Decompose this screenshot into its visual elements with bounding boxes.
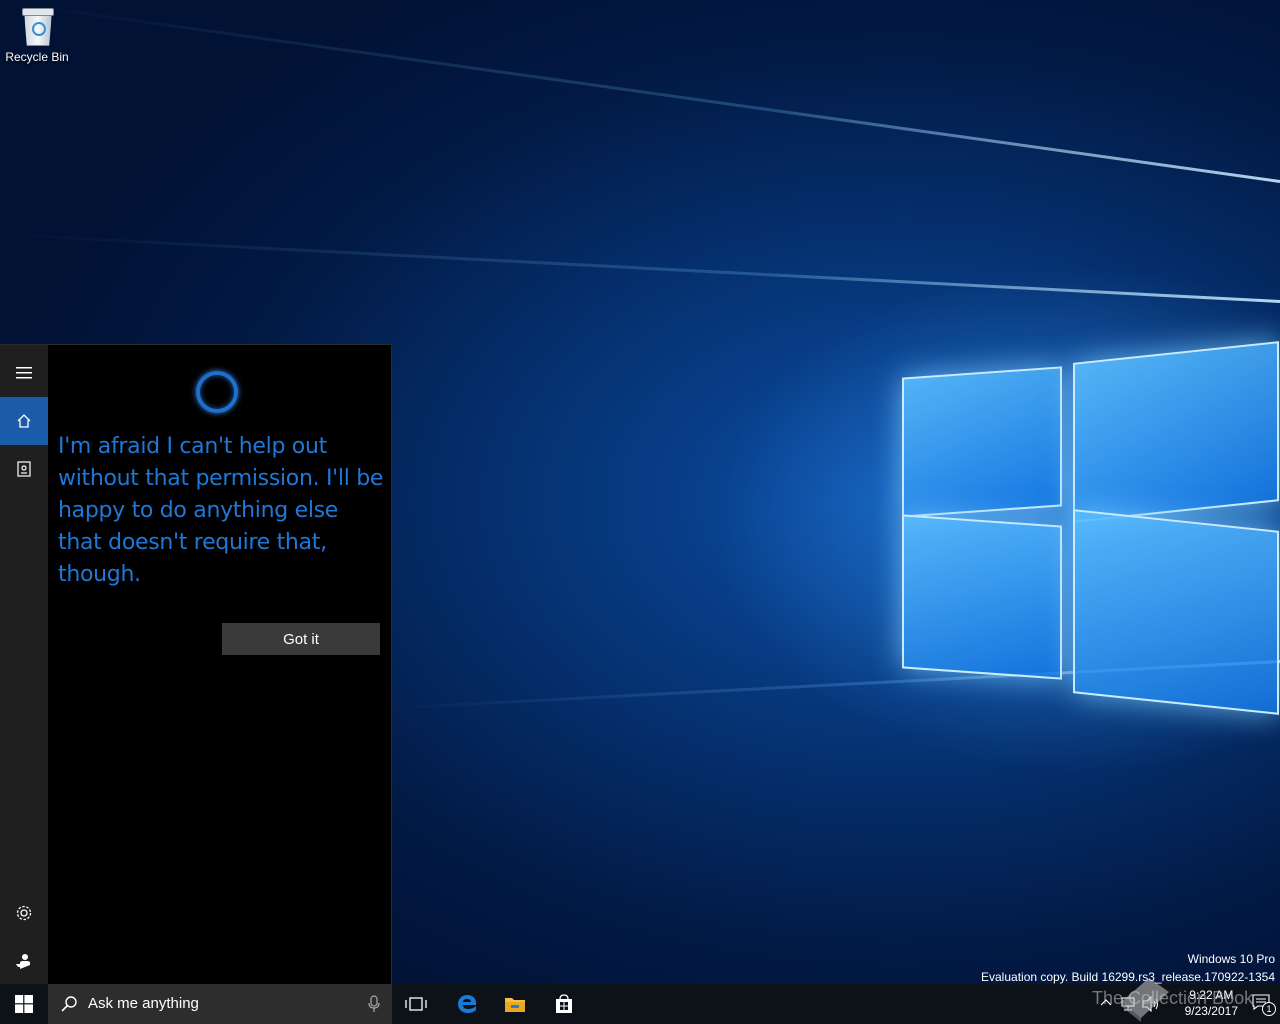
logo-pane — [1073, 341, 1279, 523]
desktop-icon-recycle-bin[interactable]: Recycle Bin — [4, 6, 70, 64]
task-view-button[interactable] — [392, 984, 440, 1024]
logo-pane — [902, 366, 1062, 518]
start-button[interactable] — [0, 984, 48, 1024]
desktop-icon-label: Recycle Bin — [5, 50, 69, 64]
cortana-ring-icon — [196, 371, 238, 413]
feedback-button[interactable] — [0, 937, 48, 985]
light-beam — [1, 233, 1280, 303]
logo-pane — [902, 514, 1062, 680]
home-icon — [17, 414, 31, 428]
search-box[interactable]: Ask me anything — [48, 984, 392, 1024]
settings-button[interactable] — [0, 889, 48, 937]
gear-icon — [16, 905, 32, 921]
edge-icon — [458, 995, 477, 1013]
search-icon — [61, 996, 77, 1012]
cortana-panel: I'm afraid I can't help out without that… — [0, 344, 392, 984]
home-button[interactable] — [0, 397, 48, 445]
file-explorer-icon — [505, 998, 525, 1012]
store-icon — [556, 994, 572, 1013]
got-it-button[interactable]: Got it — [222, 623, 380, 655]
store-button[interactable] — [540, 984, 588, 1024]
hamburger-icon — [16, 367, 32, 379]
notebook-button[interactable] — [0, 445, 48, 493]
edge-button[interactable] — [443, 984, 491, 1024]
taskbar: Ask me anything 9:22 AM 9/23/2017 1 — [0, 984, 1280, 1024]
light-beam — [12, 1, 1280, 183]
logo-pane — [1073, 509, 1279, 715]
task-view-icon — [405, 997, 427, 1011]
file-explorer-button[interactable] — [491, 984, 539, 1024]
hamburger-menu-button[interactable] — [0, 349, 48, 397]
overlay-watermark-text: The Collection Book — [1092, 988, 1254, 1008]
search-input[interactable]: Ask me anything — [88, 995, 199, 1012]
cortana-message: I'm afraid I can't help out without that… — [58, 434, 384, 587]
feedback-icon — [16, 954, 30, 969]
action-center-button[interactable]: 1 — [1252, 994, 1276, 1016]
windows-logo-icon — [15, 995, 33, 1013]
microphone-icon[interactable] — [368, 995, 380, 1013]
edition-text: Windows 10 Pro — [1187, 952, 1275, 966]
cortana-rail — [0, 345, 48, 984]
build-text: Evaluation copy. Build 16299.rs3_release… — [981, 970, 1275, 984]
notebook-icon — [17, 461, 31, 477]
notification-badge: 1 — [1262, 1002, 1276, 1016]
windows-watermark: Windows 10 Pro Evaluation copy. Build 16… — [981, 950, 1275, 984]
recycle-bin-icon — [19, 6, 55, 46]
